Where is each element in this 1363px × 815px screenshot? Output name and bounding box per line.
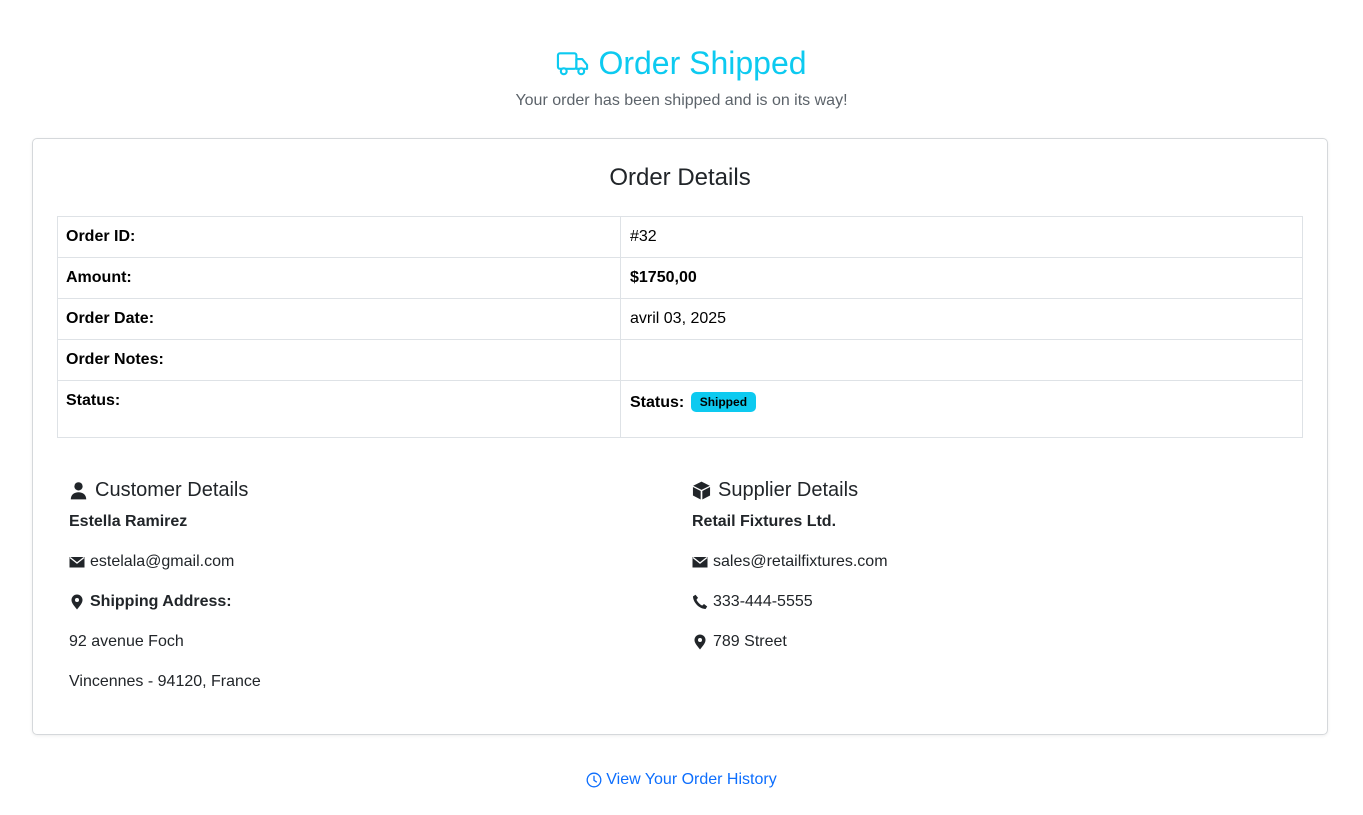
order-notes-value xyxy=(620,339,1303,381)
history-link-text: View Your Order History xyxy=(606,771,777,788)
shipping-address-label: Shipping Address: xyxy=(90,593,232,610)
customer-email: estelala@gmail.com xyxy=(90,553,235,570)
table-row: Order Date: avril 03, 2025 xyxy=(57,298,1303,340)
supplier-details-heading: Supplier Details xyxy=(692,480,888,500)
supplier-address: 789 Street xyxy=(713,633,787,650)
supplier-phone: 333-444-5555 xyxy=(713,593,813,610)
supplier-name: Retail Fixtures Ltd. xyxy=(692,513,837,530)
order-history-section: View Your Order History xyxy=(0,770,1363,794)
supplier-address-line: 789 Street xyxy=(692,632,888,652)
customer-name: Estella Ramirez xyxy=(69,513,188,530)
clock-icon xyxy=(586,772,602,788)
page-subtitle: Your order has been shipped and is on it… xyxy=(515,92,848,109)
order-details-table: Order ID: #32 Amount: $1750,00 Order Dat… xyxy=(57,216,1303,438)
customer-email-line: estelala@gmail.com xyxy=(69,552,261,572)
map-pin-icon xyxy=(692,634,708,650)
address-line-1: 92 avenue Foch xyxy=(69,633,184,650)
status-badge: Shipped xyxy=(690,392,757,412)
order-notes-label: Order Notes: xyxy=(57,339,621,381)
order-date-label: Order Date: xyxy=(57,298,621,340)
title-text: Order Shipped xyxy=(598,45,807,81)
status-label: Status: xyxy=(57,380,621,438)
table-row: Status: Status: Shipped xyxy=(57,380,1303,438)
box-icon xyxy=(692,481,711,500)
status-inline-label: Status: xyxy=(630,394,685,411)
phone-icon xyxy=(692,594,708,610)
supplier-details: Supplier Details Retail Fixtures Ltd. sa… xyxy=(692,480,888,652)
supplier-email: sales@retailfixtures.com xyxy=(713,553,888,570)
page-title: Order Shipped xyxy=(556,44,807,82)
order-card: Order Details Order ID: #32 Amount: $175… xyxy=(32,138,1328,735)
amount-label: Amount: xyxy=(57,257,621,299)
customer-details: Customer Details Estella Ramirez estelal… xyxy=(69,480,261,692)
envelope-icon xyxy=(69,554,85,570)
order-date-value: avril 03, 2025 xyxy=(620,298,1303,340)
customer-details-heading: Customer Details xyxy=(69,480,261,500)
supplier-email-line: sales@retailfixtures.com xyxy=(692,552,888,572)
order-id-label: Order ID: xyxy=(57,216,621,258)
map-pin-icon xyxy=(69,594,85,610)
truck-icon xyxy=(556,49,589,77)
table-row: Order Notes: xyxy=(57,339,1303,381)
table-row: Amount: $1750,00 xyxy=(57,257,1303,299)
table-row: Order ID: #32 xyxy=(57,216,1303,258)
order-details-heading: Order Details xyxy=(609,164,751,191)
address-line-2: Vincennes - 94120, France xyxy=(69,673,261,690)
page-header: Order Shipped Your order has been shippe… xyxy=(0,44,1363,111)
customer-heading-text: Customer Details xyxy=(95,479,249,501)
amount-value: $1750,00 xyxy=(620,257,1303,299)
status-cell: Status: Shipped xyxy=(620,380,1303,438)
shipping-address-line: Shipping Address: xyxy=(69,592,261,612)
view-order-history-link[interactable]: View Your Order History xyxy=(586,770,777,790)
envelope-icon xyxy=(692,554,708,570)
order-id-value: #32 xyxy=(620,216,1303,258)
supplier-heading-text: Supplier Details xyxy=(718,479,859,501)
user-icon xyxy=(69,481,88,500)
supplier-phone-line: 333-444-5555 xyxy=(692,592,888,612)
